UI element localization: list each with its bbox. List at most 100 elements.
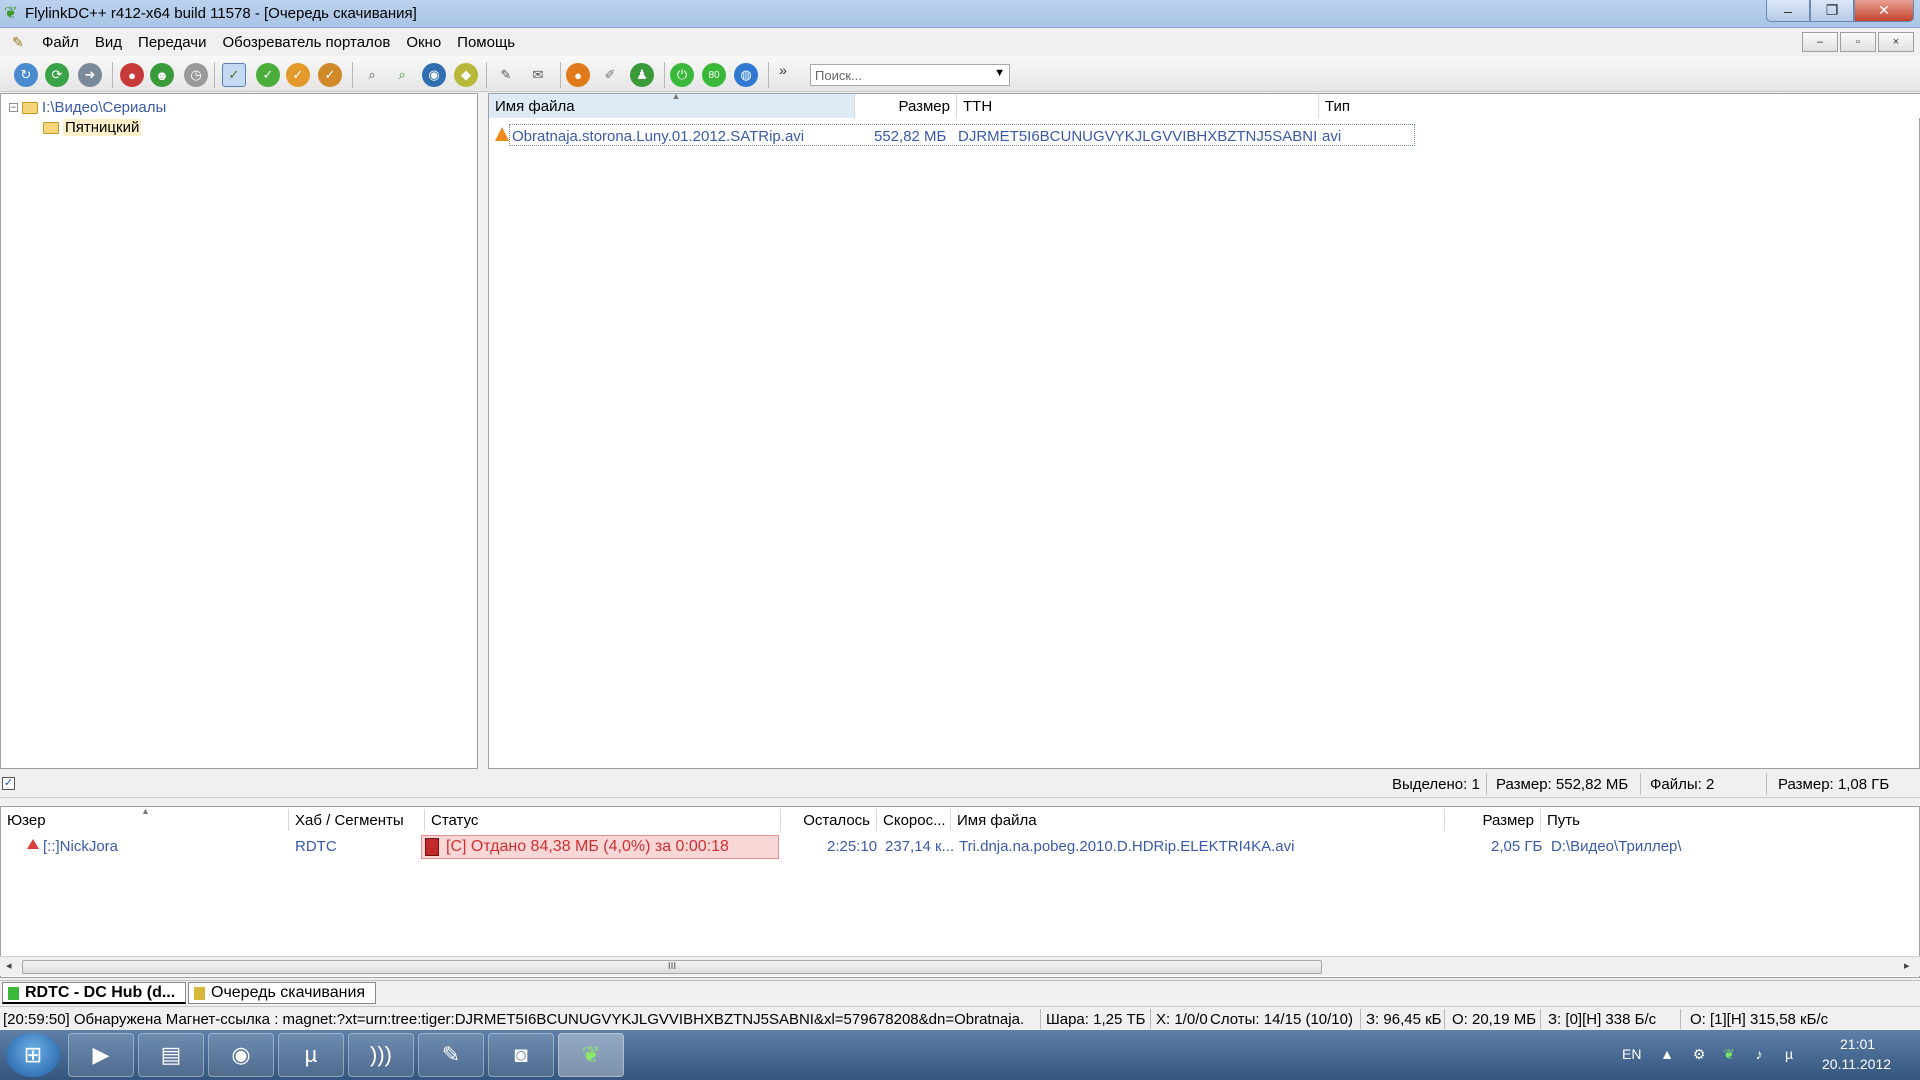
mdi-restore-button[interactable]: ▫ xyxy=(1840,32,1876,52)
reconnect-icon[interactable]: ↻ xyxy=(14,63,38,87)
utorrent-taskbar-icon[interactable]: µ xyxy=(278,1033,344,1077)
column-header-speed[interactable]: Скорос... xyxy=(877,809,951,831)
column-header-user[interactable]: ▲ Юзер xyxy=(1,806,289,831)
notepad-icon[interactable]: ✉ xyxy=(526,63,550,87)
media-player-taskbar-icon[interactable]: ▶ xyxy=(68,1033,134,1077)
globe-icon[interactable]: ◍ xyxy=(734,63,758,87)
scrollbar-thumb[interactable]: III xyxy=(22,960,1322,974)
cdm-debug-icon[interactable]: ◆ xyxy=(454,63,478,87)
column-header-size[interactable]: Размер xyxy=(855,94,957,118)
tree-node-label[interactable]: Пятницкий xyxy=(63,119,142,136)
transfer-speed: 237,14 к... xyxy=(885,838,955,855)
divider xyxy=(1486,773,1487,795)
toolbar-separator xyxy=(486,62,487,88)
recent-hubs-icon[interactable]: ◷ xyxy=(184,63,208,87)
tab-rdtc-hub[interactable]: RDTC - DC Hub (d... xyxy=(2,982,186,1004)
flylink-taskbar-icon[interactable]: ❦ xyxy=(558,1033,624,1077)
vertical-splitter[interactable] xyxy=(478,93,488,769)
column-header-type[interactable]: Тип xyxy=(1319,94,1920,118)
search-input[interactable]: Поиск... ▼ xyxy=(810,64,1010,86)
open-filelist-icon[interactable]: ✎ xyxy=(494,63,518,87)
flylink-tray-icon[interactable]: ❦ xyxy=(1720,1046,1738,1064)
menu-portal-browser[interactable]: Обозреватель порталов xyxy=(214,34,398,51)
divider xyxy=(1766,773,1767,795)
tree-node-child[interactable]: Пятницкий xyxy=(43,119,142,136)
refresh-icon[interactable]: ⟳ xyxy=(45,63,69,87)
clock-time[interactable]: 21:01 xyxy=(1840,1036,1875,1052)
transfers-panel: ▲ Юзер Хаб / Сегменты Статус Осталось Ск… xyxy=(0,806,1920,978)
mdi-minimize-button[interactable]: – xyxy=(1802,32,1838,52)
scroll-left-icon[interactable]: ◂ xyxy=(6,959,12,972)
clock-date[interactable]: 20.11.2012 xyxy=(1822,1056,1891,1072)
toolbar-overflow-icon[interactable]: » xyxy=(774,58,792,82)
menu-transfers[interactable]: Передачи xyxy=(130,34,214,51)
queue-info-strip: ✓ Выделено: 1 Размер: 552,82 МБ Файлы: 2… xyxy=(0,770,1920,798)
search-spy-icon[interactable]: ◉ xyxy=(422,63,446,87)
cleanup-icon[interactable]: ✐ xyxy=(598,63,622,87)
show-tree-checkbox[interactable]: ✓ xyxy=(2,777,15,790)
transfer-status-progress: [C] Отдано 84,38 МБ (4,0%) за 0:00:18 xyxy=(421,835,779,859)
settings-icon[interactable]: ● xyxy=(566,63,590,87)
menu-view[interactable]: Вид xyxy=(87,34,130,51)
tree-node-root[interactable]: − I:\Видео\Сериалы xyxy=(9,99,166,116)
favorite-users-icon[interactable]: ☻ xyxy=(150,63,174,87)
chevron-down-icon[interactable]: ▼ xyxy=(994,67,1005,79)
minimize-button[interactable]: – xyxy=(1766,0,1810,22)
system-menu-icon[interactable]: ✎ xyxy=(12,34,34,51)
public-hubs-icon[interactable]: ● xyxy=(120,63,144,87)
collapse-icon[interactable]: − xyxy=(9,103,18,112)
adl-search-icon[interactable]: ⌕ xyxy=(390,63,414,87)
files-count: Файлы: 2 xyxy=(1650,776,1715,793)
steam-tray-icon[interactable]: ⚙ xyxy=(1690,1046,1708,1064)
audio-app-taskbar-icon[interactable]: ))) xyxy=(348,1033,414,1077)
selected-count: Выделено: 1 xyxy=(1392,776,1480,793)
language-indicator[interactable]: EN xyxy=(1622,1046,1641,1062)
horizontal-scrollbar[interactable]: ◂ III ▸ xyxy=(0,956,1920,976)
tree-node-label[interactable]: I:\Видео\Сериалы xyxy=(42,99,166,116)
table-row[interactable]: Obratnaja.storona.Luny.01.2012.SATRip.av… xyxy=(509,124,1415,146)
start-button[interactable]: ⊞ xyxy=(6,1033,60,1077)
menu-window[interactable]: Окно xyxy=(398,34,449,51)
column-header-status[interactable]: Статус xyxy=(425,809,781,831)
transfer-user[interactable]: [::]NickJora xyxy=(43,838,118,855)
upload-queue-icon[interactable]: ✓ xyxy=(286,63,310,87)
menu-help[interactable]: Помощь xyxy=(449,34,523,51)
power-icon[interactable]: ⏻ xyxy=(670,63,694,87)
tab-download-queue[interactable]: Очередь скачивания xyxy=(188,982,376,1004)
explorer-taskbar-icon[interactable]: ▤ xyxy=(138,1033,204,1077)
user-icon[interactable]: ♟ xyxy=(630,63,654,87)
column-header-size[interactable]: Размер xyxy=(1445,809,1541,831)
firefox-taskbar-icon[interactable]: ◉ xyxy=(208,1033,274,1077)
toolbar-separator xyxy=(664,62,665,88)
close-button[interactable]: ✕ xyxy=(1854,0,1914,22)
title-bar: ❦ FlylinkDC++ r412-x64 build 11578 - [Оч… xyxy=(0,0,1920,28)
column-header-remaining[interactable]: Осталось xyxy=(781,809,877,831)
follow-redirect-icon[interactable]: ➜ xyxy=(78,63,102,87)
search-icon[interactable]: ⌕ xyxy=(360,63,384,87)
menu-file[interactable]: Файл xyxy=(34,34,87,51)
finished-uploads-icon[interactable]: ✓ xyxy=(318,63,342,87)
paint-taskbar-icon[interactable]: ✎ xyxy=(418,1033,484,1077)
tray-expand-icon[interactable]: ▲ xyxy=(1658,1046,1676,1064)
mdi-close-button[interactable]: × xyxy=(1878,32,1914,52)
windows-taskbar: ⊞ ▶ ▤ ◉ µ ))) ✎ ◙ ❦ EN ▲ ⚙ ❦ ♪ µ 21:01 2… xyxy=(0,1030,1920,1080)
toolbar-separator xyxy=(560,62,561,88)
column-header-filename[interactable]: Имя файла xyxy=(951,809,1445,831)
column-header-path[interactable]: Путь xyxy=(1541,809,1919,831)
column-header-tth[interactable]: TTH xyxy=(957,94,1319,118)
sort-ascending-icon: ▲ xyxy=(671,91,681,101)
column-header-hub[interactable]: Хаб / Сегменты xyxy=(289,809,425,831)
slots-badge-icon[interactable]: 80 xyxy=(702,63,726,87)
utorrent-tray-icon[interactable]: µ xyxy=(1780,1046,1798,1064)
camera-taskbar-icon[interactable]: ◙ xyxy=(488,1033,554,1077)
folder-icon xyxy=(22,101,38,114)
scroll-right-icon[interactable]: ▸ xyxy=(1904,959,1910,972)
volume-icon[interactable]: ♪ xyxy=(1750,1046,1768,1064)
transfer-hub: RDTC xyxy=(295,838,337,855)
window-title: FlylinkDC++ r412-x64 build 11578 - [Очер… xyxy=(25,5,417,22)
transfer-status-text: [C] Отдано 84,38 МБ (4,0%) за 0:00:18 xyxy=(446,838,729,855)
column-header-filename[interactable]: ▲ Имя файла xyxy=(489,91,855,118)
restore-button[interactable]: ❐ xyxy=(1810,0,1854,22)
finished-downloads-icon[interactable]: ✓ xyxy=(256,63,280,87)
download-queue-icon[interactable]: ✓ xyxy=(222,63,246,87)
